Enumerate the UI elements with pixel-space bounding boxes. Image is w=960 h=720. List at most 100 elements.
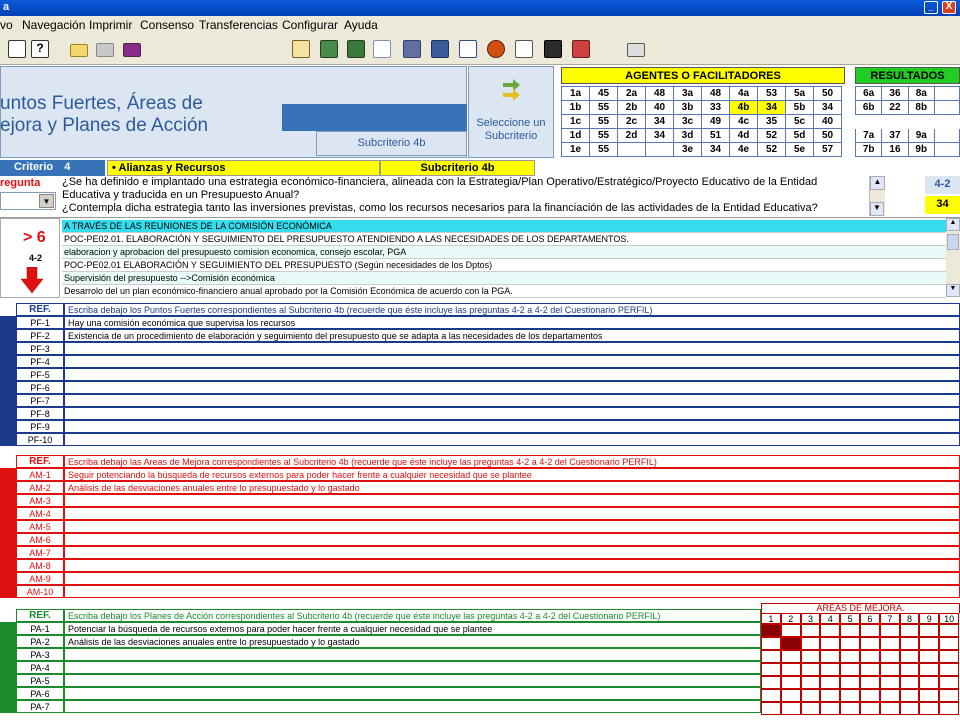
agentes-cell[interactable]: 4b xyxy=(729,100,758,115)
areas-mejora-cell[interactable] xyxy=(899,663,920,676)
areas-mejora-cell[interactable] xyxy=(939,650,959,663)
areas-mejora-cell[interactable] xyxy=(879,624,900,637)
areas-mejora-cell[interactable] xyxy=(800,663,821,676)
agentes-cell[interactable]: 33 xyxy=(701,100,730,115)
areas-mejora-cell[interactable] xyxy=(820,702,841,715)
agentes-cell[interactable]: 45 xyxy=(589,86,618,101)
agentes-cell[interactable]: 4c xyxy=(729,114,758,129)
pf-row-text[interactable] xyxy=(64,394,960,407)
areas-mejora-cell[interactable] xyxy=(820,689,841,702)
resultados-cell[interactable]: 9a xyxy=(907,128,935,143)
pf-row-text[interactable]: Existencia de un procedimiento de elabor… xyxy=(64,329,960,342)
agentes-cell[interactable]: 4d xyxy=(729,128,758,143)
copy-icon[interactable] xyxy=(96,43,114,57)
agentes-cell[interactable]: 1a xyxy=(561,86,590,101)
pf-row-text[interactable]: Hay una comisión económica que supervisa… xyxy=(64,316,960,329)
help-icon[interactable]: ? xyxy=(31,40,49,58)
areas-mejora-cell[interactable] xyxy=(879,663,900,676)
scroll-down-icon[interactable]: ▼ xyxy=(946,284,960,297)
areas-mejora-cell[interactable] xyxy=(939,702,959,715)
agentes-cell[interactable]: 5a xyxy=(785,86,814,101)
agentes-cell[interactable]: 55 xyxy=(589,128,618,143)
resultados-cell[interactable]: 7a xyxy=(854,128,883,143)
areas-mejora-cell[interactable] xyxy=(919,702,940,715)
areas-mejora-cell[interactable] xyxy=(919,624,940,637)
scroll-thumb[interactable] xyxy=(947,234,959,250)
agentes-cell[interactable]: 40 xyxy=(645,100,674,115)
areas-mejora-cell[interactable] xyxy=(919,663,940,676)
areas-mejora-cell[interactable] xyxy=(800,650,821,663)
agentes-cell[interactable]: 3e xyxy=(673,142,702,157)
areas-mejora-cell[interactable] xyxy=(899,676,920,689)
resultados-cell[interactable] xyxy=(933,142,960,157)
pa-row-text[interactable] xyxy=(64,700,761,713)
books-icon[interactable] xyxy=(123,43,141,57)
resultados-cell[interactable]: 36 xyxy=(881,86,909,101)
areas-mejora-cell[interactable] xyxy=(840,650,860,663)
agentes-cell[interactable]: 51 xyxy=(701,128,730,143)
areas-mejora-cell[interactable] xyxy=(939,663,959,676)
pf-row-text[interactable] xyxy=(64,381,960,394)
select-subcriterio-panel[interactable]: Seleccione un Subcriterio xyxy=(468,66,554,158)
agentes-cell[interactable]: 1e xyxy=(561,142,590,157)
areas-mejora-cell[interactable] xyxy=(860,663,880,676)
pregunta-dropdown[interactable]: ▼ xyxy=(0,192,56,210)
pf-row-text[interactable] xyxy=(64,342,960,355)
evidencia-item[interactable]: elaboracion y aprobacion del presupuesto… xyxy=(62,246,946,259)
agentes-cell[interactable]: 55 xyxy=(589,142,618,157)
close-button[interactable]: X xyxy=(942,1,956,14)
areas-mejora-cell[interactable] xyxy=(899,650,920,663)
folder-icon[interactable] xyxy=(70,44,88,57)
areas-mejora-cell[interactable] xyxy=(820,676,841,689)
agentes-cell[interactable]: 5b xyxy=(785,100,814,115)
areas-mejora-cell[interactable] xyxy=(840,702,860,715)
agentes-cell[interactable]: 52 xyxy=(757,142,786,157)
agentes-cell[interactable]: 1b xyxy=(561,100,590,115)
resultados-cell[interactable] xyxy=(881,114,909,129)
areas-mejora-cell[interactable] xyxy=(780,676,801,689)
areas-mejora-cell[interactable] xyxy=(780,702,801,715)
agentes-cell[interactable]: 3a xyxy=(673,86,702,101)
pa-row-text[interactable] xyxy=(64,648,761,661)
areas-mejora-cell[interactable] xyxy=(840,676,860,689)
resultados-cell[interactable] xyxy=(933,114,960,129)
areas-mejora-cell[interactable] xyxy=(820,663,841,676)
agentes-cell[interactable]: 2b xyxy=(617,100,646,115)
areas-mejora-cell[interactable] xyxy=(939,689,959,702)
areas-mejora-cell[interactable] xyxy=(761,624,781,637)
evidencia-item[interactable]: A TRAVÉS DE LAS REUNIONES DE LA COMISIÓN… xyxy=(62,220,946,233)
agentes-cell[interactable]: 4e xyxy=(729,142,758,157)
resultados-cell[interactable]: 16 xyxy=(881,142,909,157)
agentes-cell[interactable]: 53 xyxy=(757,86,786,101)
evidencia-item[interactable]: Supervisión del presupuesto -->Comisión … xyxy=(62,272,946,285)
areas-mejora-cell[interactable] xyxy=(860,702,880,715)
agentes-cell[interactable]: 5d xyxy=(785,128,814,143)
agentes-cell[interactable]: 49 xyxy=(701,114,730,129)
areas-mejora-cell[interactable] xyxy=(939,624,959,637)
pa-row-text[interactable] xyxy=(64,687,761,700)
am-row-text[interactable] xyxy=(64,520,960,533)
areas-mejora-cell[interactable] xyxy=(780,624,801,637)
agentes-cell[interactable]: 57 xyxy=(813,142,842,157)
areas-mejora-cell[interactable] xyxy=(919,650,940,663)
agentes-cell[interactable]: 50 xyxy=(813,128,842,143)
areas-mejora-cell[interactable] xyxy=(761,663,781,676)
areas-mejora-cell[interactable] xyxy=(780,637,801,650)
menu-navegacion[interactable]: Navegación xyxy=(22,18,85,32)
resultados-cell[interactable] xyxy=(907,114,935,129)
minimize-button[interactable]: _ xyxy=(924,1,938,14)
agentes-cell[interactable]: 52 xyxy=(757,128,786,143)
areas-mejora-cell[interactable] xyxy=(761,689,781,702)
areas-mejora-cell[interactable] xyxy=(879,650,900,663)
evidencia-item[interactable]: Desarrolo del un plan económico-financie… xyxy=(62,285,946,298)
resultados-cell[interactable]: 8b xyxy=(907,100,935,115)
scroll-down-icon[interactable]: ▼ xyxy=(870,202,884,216)
agentes-cell[interactable]: 48 xyxy=(701,86,730,101)
areas-mejora-cell[interactable] xyxy=(800,676,821,689)
evidencia-item[interactable]: POC-PE02.01 ELABORACIÓN Y SEGUIMIENTO DE… xyxy=(62,259,946,272)
agentes-cell[interactable]: 2a xyxy=(617,86,646,101)
areas-mejora-cell[interactable] xyxy=(840,624,860,637)
areas-mejora-cell[interactable] xyxy=(919,689,940,702)
home-icon[interactable] xyxy=(292,40,310,58)
areas-mejora-cell[interactable] xyxy=(860,624,880,637)
